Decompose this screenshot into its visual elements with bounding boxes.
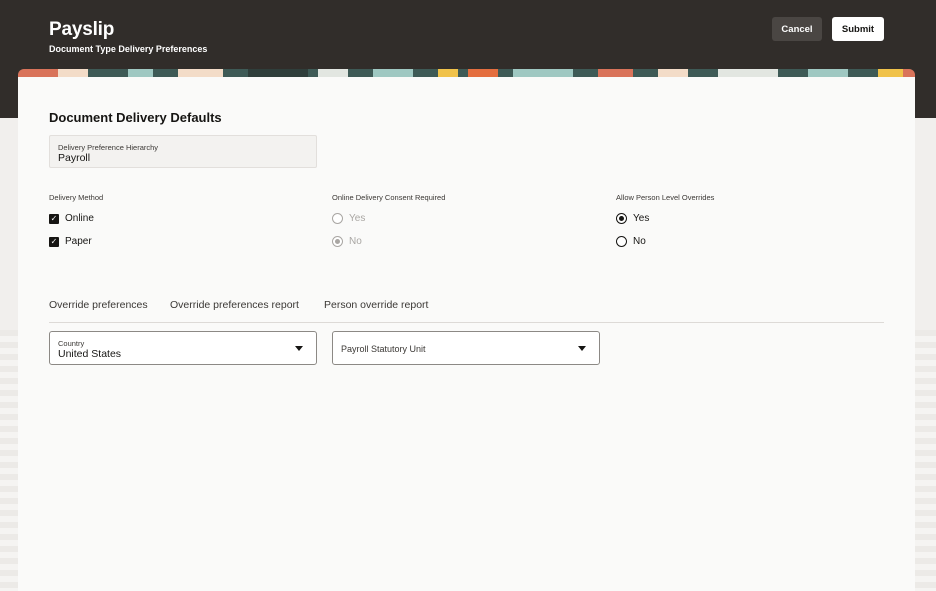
page-title: Payslip — [49, 19, 115, 40]
radio-icon — [332, 213, 343, 224]
submit-button[interactable]: Submit — [832, 17, 884, 41]
chevron-down-icon — [295, 346, 303, 351]
tab-override-preferences[interactable]: Override preferences — [49, 299, 148, 311]
chevron-down-icon — [578, 346, 586, 351]
tab-person-override-report[interactable]: Person override report — [324, 299, 428, 311]
person-overrides-label: Allow Person Level Overrides — [616, 193, 715, 202]
background-pattern-right — [914, 330, 936, 591]
checkbox-label: Online — [65, 213, 94, 224]
delivery-method-label: Delivery Method — [49, 193, 104, 202]
select-label: Country — [58, 339, 85, 348]
consent-required-label: Online Delivery Consent Required — [332, 193, 446, 202]
select-placeholder: Payroll Statutory Unit — [341, 344, 426, 354]
radio-label: Yes — [633, 213, 650, 224]
radio-selected-icon — [332, 236, 343, 247]
background-pattern-left — [0, 330, 18, 591]
tab-override-preferences-report[interactable]: Override preferences report — [170, 299, 299, 311]
cancel-button[interactable]: Cancel — [772, 17, 822, 41]
radio-selected-icon — [616, 213, 627, 224]
field-label: Delivery Preference Hierarchy — [58, 143, 159, 152]
radio-label: Yes — [349, 213, 366, 224]
select-value: United States — [58, 348, 122, 360]
radio-label: No — [349, 236, 362, 247]
checkbox-label: Paper — [65, 236, 92, 247]
radio-icon — [616, 236, 627, 247]
overrides-yes-radio[interactable]: Yes — [616, 213, 649, 224]
consent-no-radio: No — [332, 236, 362, 247]
online-checkbox[interactable]: ✓ Online — [49, 213, 94, 224]
page-subtitle: Document Type Delivery Preferences — [49, 44, 208, 54]
section-title: Document Delivery Defaults — [49, 110, 222, 125]
tab-divider — [49, 322, 884, 323]
payroll-statutory-unit-select[interactable]: Payroll Statutory Unit — [332, 331, 600, 365]
checkbox-checked-icon: ✓ — [49, 236, 59, 247]
radio-label: No — [633, 236, 646, 247]
paper-checkbox[interactable]: ✓ Paper — [49, 236, 92, 247]
overrides-no-radio[interactable]: No — [616, 236, 646, 247]
country-select[interactable]: Country United States — [49, 331, 317, 365]
field-value: Payroll — [58, 152, 91, 164]
delivery-preference-hierarchy-field: Delivery Preference Hierarchy Payroll — [49, 135, 317, 168]
checkbox-checked-icon: ✓ — [49, 213, 59, 224]
consent-yes-radio: Yes — [332, 213, 365, 224]
